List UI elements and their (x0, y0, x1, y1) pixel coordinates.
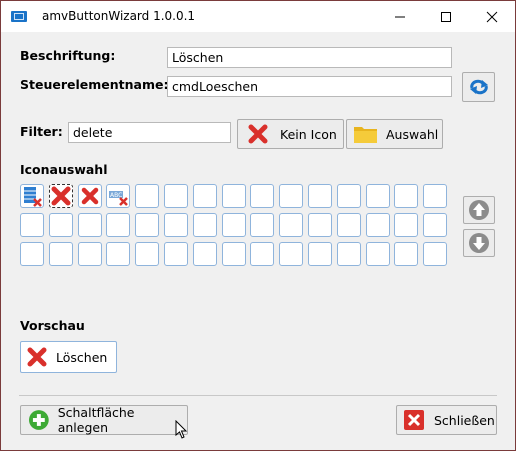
icon-cell[interactable] (164, 242, 188, 266)
create-label: Schaltfläche anlegen (57, 405, 135, 435)
icon-cell[interactable] (20, 242, 44, 266)
icon-cell[interactable]: ABC (106, 184, 131, 208)
refresh-icon (469, 79, 488, 95)
icon-cell[interactable] (394, 184, 419, 208)
caption-input[interactable]: Löschen (167, 47, 452, 68)
icon-cell[interactable] (279, 213, 304, 237)
icon-cell[interactable] (336, 242, 361, 266)
icon-cell[interactable] (423, 184, 448, 208)
filter-input[interactable]: delete (68, 122, 231, 143)
refresh-button[interactable] (462, 72, 495, 102)
arrow-up-icon (469, 200, 489, 220)
maximize-icon (441, 11, 451, 22)
preview-label: Vorschau (20, 318, 85, 333)
icon-cell[interactable] (365, 242, 390, 266)
arrow-down-icon (469, 233, 489, 253)
preview-button[interactable]: Löschen (20, 341, 117, 373)
minimize-button[interactable] (377, 1, 423, 32)
icon-cell[interactable] (77, 242, 102, 266)
icon-cell[interactable] (20, 213, 44, 237)
icon-cell[interactable] (106, 242, 131, 266)
caption-label: Beschriftung: (20, 48, 116, 63)
icon-cell[interactable] (192, 242, 217, 266)
app-icon (11, 11, 27, 22)
icon-cell[interactable] (279, 242, 304, 266)
icon-cell[interactable] (423, 213, 448, 237)
close-icon (486, 11, 498, 22)
window-title: amvButtonWizard 1.0.0.1 (42, 9, 196, 23)
red-x-icon (248, 124, 268, 144)
control-name-label: Steuerelementname: (20, 77, 169, 92)
icon-cell[interactable] (164, 213, 188, 237)
icon-cell[interactable] (77, 184, 102, 208)
text-delete-icon: ABC (107, 185, 129, 207)
icon-cell[interactable] (250, 184, 275, 208)
icon-cell[interactable] (135, 213, 160, 237)
icon-cell[interactable] (423, 242, 448, 266)
divider (19, 395, 497, 396)
icon-cell[interactable] (279, 184, 304, 208)
icon-cell[interactable] (192, 184, 217, 208)
icon-cell[interactable] (135, 184, 160, 208)
icon-cell[interactable] (192, 213, 217, 237)
preview-button-label: Löschen (56, 349, 108, 365)
icon-cell[interactable] (365, 184, 390, 208)
close-dialog-button[interactable]: Schließen (396, 405, 497, 435)
icon-cell[interactable] (250, 242, 275, 266)
mouse-cursor-icon (175, 420, 188, 439)
minimize-icon (395, 16, 405, 17)
icon-cell[interactable] (106, 213, 131, 237)
title-bar[interactable]: amvButtonWizard 1.0.0.1 (1, 1, 515, 32)
maximize-button[interactable] (423, 1, 469, 32)
folder-icon (354, 127, 377, 143)
icon-cell[interactable] (308, 242, 332, 266)
close-dialog-label: Schließen (434, 412, 495, 428)
red-x-small-icon (79, 185, 101, 207)
select-button[interactable]: Auswahl (346, 119, 443, 149)
icon-selection-label: Iconauswahl (20, 162, 108, 177)
icon-cell[interactable] (336, 184, 361, 208)
icon-cell[interactable] (250, 213, 275, 237)
dialog-content: Beschriftung: Löschen Steuerelementname:… (1, 32, 515, 450)
icon-cell[interactable] (48, 242, 73, 266)
icon-cell[interactable] (221, 184, 246, 208)
control-name-input[interactable]: cmdLoeschen (167, 76, 452, 97)
no-icon-label: Kein Icon (280, 126, 337, 142)
icon-cell[interactable] (365, 213, 390, 237)
icon-cell[interactable] (394, 242, 419, 266)
icon-cell[interactable] (221, 213, 246, 237)
icon-cell[interactable] (135, 242, 160, 266)
table-delete-icon (21, 185, 43, 207)
green-plus-icon (28, 410, 49, 430)
icon-cell[interactable] (308, 184, 332, 208)
red-x-icon (50, 185, 72, 207)
scroll-up-button[interactable] (463, 196, 495, 224)
icon-cell[interactable] (77, 213, 102, 237)
select-label: Auswahl (386, 126, 439, 142)
create-button[interactable]: Schaltfläche anlegen (20, 405, 188, 435)
icon-cell[interactable] (221, 242, 246, 266)
no-icon-button[interactable]: Kein Icon (237, 119, 344, 149)
icon-cell[interactable] (48, 213, 73, 237)
icon-cell[interactable] (394, 213, 419, 237)
icon-cell[interactable] (20, 184, 44, 208)
scroll-down-button[interactable] (463, 229, 495, 257)
red-x-icon (27, 347, 47, 367)
app-window: amvButtonWizard 1.0.0.1 Beschriftung: Lö… (0, 0, 516, 451)
icon-cell[interactable] (336, 213, 361, 237)
filter-label: Filter: (20, 124, 63, 139)
icon-cell[interactable] (308, 213, 332, 237)
close-button[interactable] (469, 1, 515, 32)
close-box-icon (404, 410, 424, 430)
icon-cell[interactable] (48, 184, 73, 208)
icon-cell[interactable] (164, 184, 188, 208)
